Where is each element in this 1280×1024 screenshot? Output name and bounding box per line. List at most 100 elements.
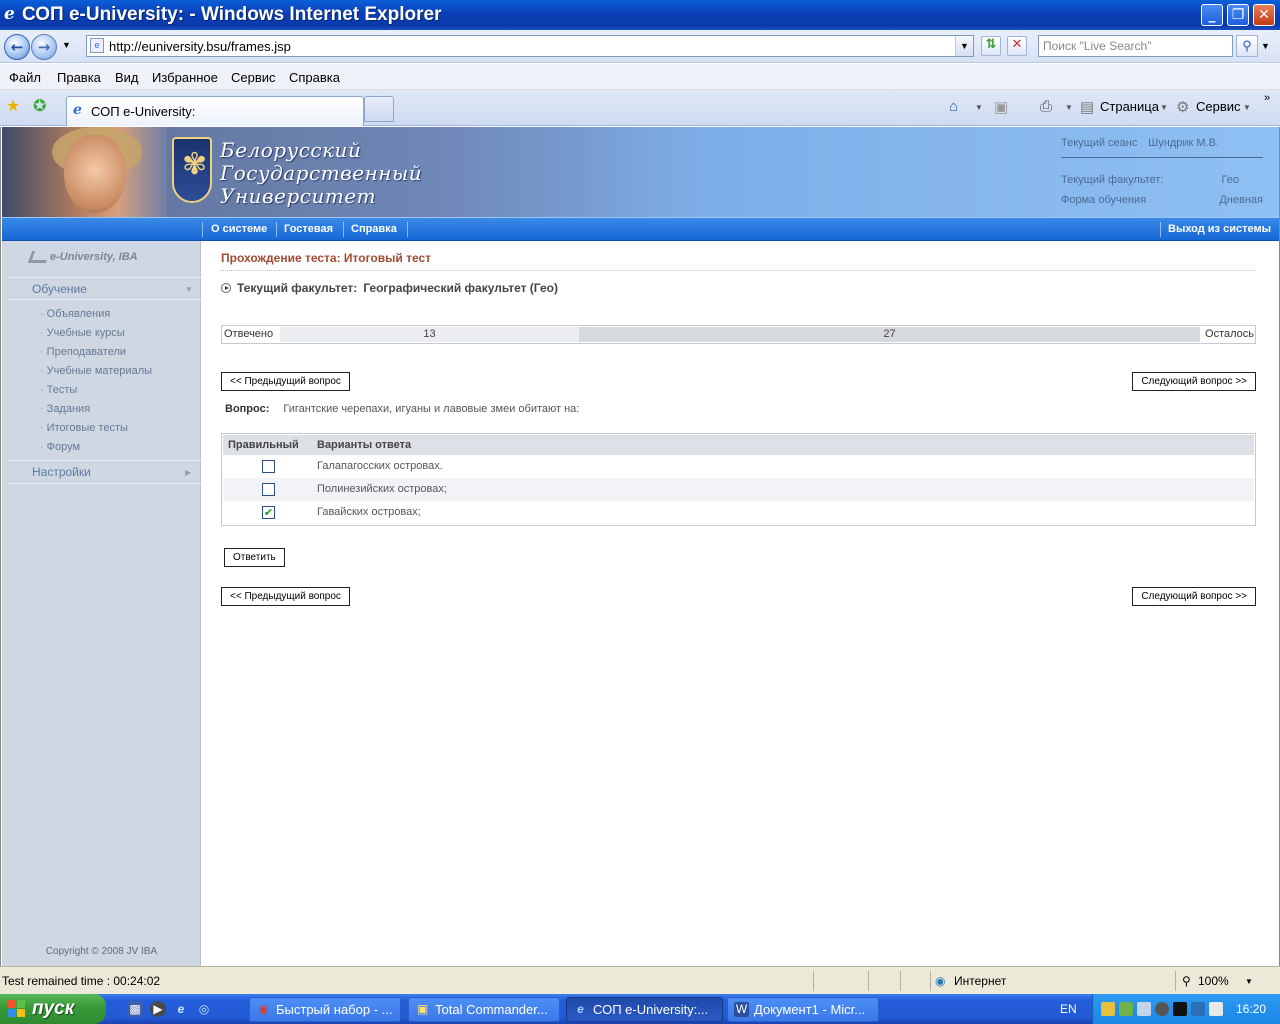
- sidebar-section-settings[interactable]: Настройки: [32, 465, 91, 479]
- tray-app3-icon[interactable]: [1173, 1002, 1187, 1016]
- page-dropdown-icon[interactable]: ▼: [1160, 103, 1168, 112]
- sidebar-item-courses[interactable]: · Учебные курсы: [40, 327, 125, 339]
- menu-file[interactable]: Файл: [9, 70, 41, 85]
- prev-question-button[interactable]: << Предыдущий вопрос: [221, 372, 350, 391]
- answer-checkbox[interactable]: ✔: [262, 506, 275, 519]
- back-button[interactable]: ←: [4, 34, 30, 60]
- stop-button[interactable]: ✕: [1007, 36, 1027, 56]
- print-dropdown-icon[interactable]: ▼: [1065, 103, 1073, 112]
- quicklaunch-save-icon[interactable]: ▩: [127, 1001, 143, 1017]
- language-indicator[interactable]: EN: [1060, 1002, 1077, 1016]
- new-tab-button[interactable]: [364, 96, 394, 122]
- sidebar-item-tests[interactable]: · Тесты: [40, 384, 77, 396]
- answer-checkbox[interactable]: [262, 460, 275, 473]
- study-form-label: Форма обучения: [1061, 194, 1147, 206]
- task-label: СОП e-University:...: [593, 1002, 709, 1017]
- tools-dropdown-icon[interactable]: ▼: [1243, 103, 1251, 112]
- menu-tools[interactable]: Сервис: [231, 70, 276, 85]
- minimize-button[interactable]: _: [1201, 4, 1223, 26]
- toolbar-overflow-icon[interactable]: »: [1264, 92, 1270, 104]
- university-name: Белорусский Государственный Университет: [220, 139, 422, 208]
- tray-app2-icon[interactable]: [1137, 1002, 1151, 1016]
- answer-row: Галапагосских островах.: [223, 455, 1254, 478]
- task-label: Total Commander...: [435, 1002, 548, 1017]
- quicklaunch-desktop-icon[interactable]: ◎: [196, 1001, 212, 1017]
- add-favorites-icon[interactable]: ✪: [33, 96, 46, 116]
- page-icon: e: [90, 38, 104, 53]
- nav-about[interactable]: О системе: [211, 223, 267, 235]
- tray-app5-icon[interactable]: [1209, 1002, 1223, 1016]
- prev-question-button-bottom[interactable]: << Предыдущий вопрос: [221, 587, 350, 606]
- start-button[interactable]: пуск: [0, 994, 106, 1024]
- taskbar-item-ie[interactable]: e СОП e-University:...: [566, 997, 723, 1022]
- home-dropdown-icon[interactable]: ▼: [975, 103, 983, 112]
- search-icon[interactable]: ⚲: [1236, 35, 1258, 57]
- menu-bar: Файл Правка Вид Избранное Сервис Справка: [0, 64, 1280, 90]
- tray-network-icon[interactable]: [1101, 1002, 1115, 1016]
- close-button[interactable]: ✕: [1253, 4, 1275, 26]
- answer-checkbox[interactable]: [262, 483, 275, 496]
- ie-logo-icon: e: [4, 4, 15, 24]
- task-label: Быстрый набор - ...: [276, 1002, 393, 1017]
- taskbar-item-opera[interactable]: ◉ Быстрый набор - ...: [249, 997, 401, 1022]
- sidebar-item-final-tests[interactable]: · Итоговые тесты: [40, 422, 128, 434]
- quicklaunch-media-icon[interactable]: ▶: [150, 1001, 166, 1017]
- forward-button[interactable]: →: [31, 34, 57, 60]
- rss-icon[interactable]: ▣: [994, 98, 1008, 116]
- address-dropdown-icon[interactable]: ▼: [955, 36, 973, 56]
- submit-answer-button[interactable]: Ответить: [224, 548, 285, 567]
- search-options-icon[interactable]: ▼: [1261, 41, 1270, 51]
- bullet-icon: [221, 283, 231, 293]
- home-icon[interactable]: ⌂: [949, 98, 958, 115]
- address-field[interactable]: e http://euniversity.bsu/frames.jsp ▼: [86, 35, 974, 57]
- university-name-line-2: Государственный: [220, 161, 423, 185]
- history-dropdown-icon[interactable]: ▼: [62, 40, 71, 50]
- gear-icon[interactable]: ⚙: [1176, 98, 1189, 116]
- tray-speaker-icon[interactable]: [1155, 1002, 1169, 1016]
- next-question-button-bottom[interactable]: Следующий вопрос >>: [1132, 587, 1256, 606]
- menu-favorites[interactable]: Избранное: [152, 70, 218, 85]
- tools-menu[interactable]: Сервис: [1196, 99, 1241, 114]
- search-input[interactable]: Поиск "Live Search": [1038, 35, 1233, 57]
- banner-photo: [2, 127, 167, 217]
- zoom-icon[interactable]: ⚲: [1182, 974, 1191, 988]
- next-question-button[interactable]: Следующий вопрос >>: [1132, 372, 1256, 391]
- taskbar-item-total-commander[interactable]: ▣ Total Commander...: [408, 997, 560, 1022]
- answer-text: Гавайских островах;: [317, 506, 421, 518]
- current-faculty: Текущий факультет: Географический факульт…: [221, 281, 558, 295]
- menu-edit[interactable]: Правка: [57, 70, 101, 85]
- refresh-button[interactable]: ⇅: [981, 36, 1001, 56]
- page-menu-icon[interactable]: ▤: [1080, 98, 1094, 116]
- window-title-bar[interactable]: e СОП e-University: - Windows Internet E…: [0, 0, 1280, 30]
- chevron-down-icon[interactable]: ▼: [185, 285, 193, 294]
- quicklaunch-ie-icon[interactable]: e: [173, 1001, 189, 1017]
- maximize-button[interactable]: ❐: [1227, 4, 1249, 26]
- taskbar-item-word[interactable]: W Документ1 - Micr...: [727, 997, 879, 1022]
- url-text: http://euniversity.bsu/frames.jsp: [109, 39, 291, 54]
- menu-view[interactable]: Вид: [115, 70, 139, 85]
- zoom-dropdown-icon[interactable]: ▼: [1245, 977, 1253, 986]
- sidebar-section-learning[interactable]: Обучение: [32, 282, 87, 296]
- tab-active[interactable]: e СОП e-University:: [66, 96, 364, 126]
- logout-link[interactable]: Выход из системы: [1168, 223, 1271, 235]
- nav-help[interactable]: Справка: [351, 223, 397, 235]
- chevron-right-icon[interactable]: ▶: [185, 468, 191, 477]
- tray-app4-icon[interactable]: [1191, 1002, 1205, 1016]
- print-icon[interactable]: ⎙: [1040, 98, 1052, 115]
- university-banner: ✾ Белорусский Государственный Университе…: [2, 127, 1279, 217]
- sidebar-item-materials[interactable]: · Учебные материалы: [40, 365, 152, 377]
- faculty-label: Текущий факультет:: [237, 281, 358, 295]
- menu-help[interactable]: Справка: [289, 70, 340, 85]
- tray-app-icon[interactable]: [1119, 1002, 1133, 1016]
- sidebar-item-announcements[interactable]: · Объявления: [40, 308, 110, 320]
- page-menu[interactable]: Страница: [1100, 99, 1159, 114]
- sidebar-item-assignments[interactable]: · Задания: [40, 403, 90, 415]
- study-form-value: Дневная: [1219, 194, 1263, 206]
- sidebar-item-forum[interactable]: · Форум: [40, 441, 80, 453]
- favorites-star-icon[interactable]: ★: [6, 96, 20, 116]
- faculty-value: Гео: [1221, 174, 1239, 186]
- zoom-level[interactable]: 100%: [1198, 974, 1229, 988]
- nav-guestbook[interactable]: Гостевая: [284, 223, 333, 235]
- eu-logo-text: e-University, IBA: [50, 251, 138, 263]
- sidebar-item-teachers[interactable]: · Преподаватели: [40, 346, 126, 358]
